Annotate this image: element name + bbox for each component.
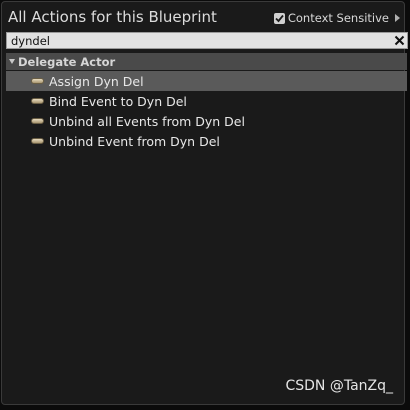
action-menu-title: All Actions for this Blueprint	[8, 8, 217, 26]
category-label: Delegate Actor	[18, 54, 116, 69]
function-pill-icon	[31, 78, 44, 84]
search-input[interactable]	[7, 33, 391, 48]
context-sensitive-checkbox[interactable]	[273, 12, 285, 24]
action-item[interactable]: Unbind Event from Dyn Del	[6, 131, 407, 151]
action-item[interactable]: Bind Event to Dyn Del	[6, 91, 407, 111]
action-item[interactable]: Unbind all Events from Dyn Del	[6, 111, 407, 131]
action-item-label: Bind Event to Dyn Del	[49, 93, 187, 109]
function-pill-icon	[31, 138, 44, 144]
search-box[interactable]	[6, 32, 408, 49]
action-item-label: Assign Dyn Del	[49, 73, 144, 89]
action-item-label: Unbind Event from Dyn Del	[49, 133, 220, 149]
checkmark-icon	[275, 14, 284, 22]
action-list: Assign Dyn Del Bind Event to Dyn Del Unb…	[6, 71, 407, 151]
action-item[interactable]: Assign Dyn Del	[6, 71, 407, 91]
category-header-delegate-actor[interactable]: Delegate Actor	[6, 53, 407, 70]
action-item-label: Unbind all Events from Dyn Del	[49, 113, 245, 129]
close-icon[interactable]	[391, 33, 407, 48]
watermark: CSDN @TanZq_	[285, 378, 393, 394]
context-sensitive-toggle[interactable]: Context Sensitive	[273, 11, 400, 25]
function-pill-icon	[31, 98, 44, 104]
action-menu-panel: All Actions for this Blueprint Context S…	[1, 1, 408, 405]
context-sensitive-label: Context Sensitive	[287, 11, 389, 25]
function-pill-icon	[31, 118, 44, 124]
collapse-arrow-icon[interactable]	[9, 59, 15, 64]
expand-arrow-icon[interactable]	[395, 14, 400, 22]
action-menu-header: All Actions for this Blueprint Context S…	[2, 2, 404, 32]
